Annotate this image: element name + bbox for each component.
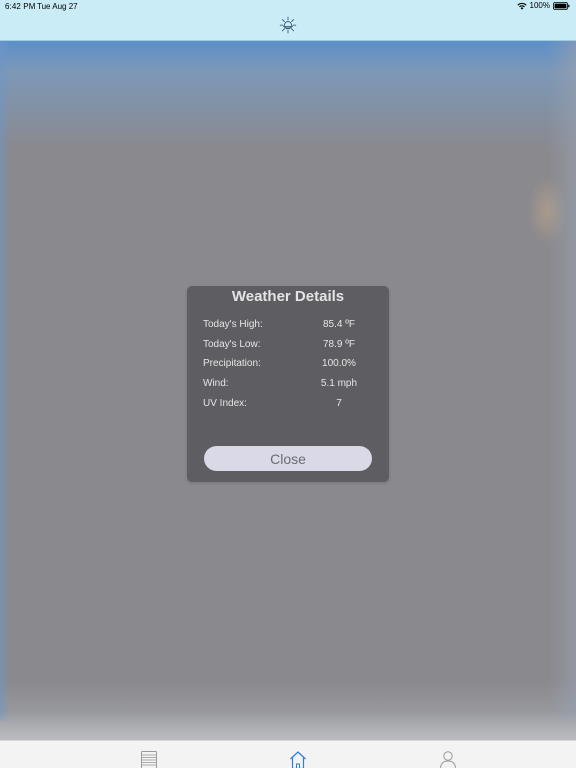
detail-value: 7 xyxy=(336,398,342,409)
detail-row-high: Today's High: 85.4 ºF xyxy=(203,319,383,335)
top-bar: 6:42 PM Tue Aug 27 100% xyxy=(0,0,576,41)
battery-icon xyxy=(553,1,570,10)
battery-percent: 100% xyxy=(529,1,550,10)
wifi-icon xyxy=(516,2,527,10)
detail-row-wind: Wind: 5.1 mph xyxy=(203,378,383,394)
detail-row-low: Today's Low: 78.9 ºF xyxy=(203,339,383,355)
detail-label: UV Index: xyxy=(203,398,247,409)
dialog-title: Weather Details xyxy=(231,288,345,305)
background-left-edge xyxy=(0,41,10,721)
detail-value: 85.4 ºF xyxy=(322,319,355,330)
tab-bar xyxy=(0,740,576,768)
status-time: 6:42 PM xyxy=(5,2,36,11)
background-right-edge xyxy=(548,41,576,721)
detail-label: Wind: xyxy=(203,378,229,389)
sun-icon xyxy=(279,16,297,34)
detail-value: 5.1 mph xyxy=(320,378,358,389)
document-icon[interactable] xyxy=(140,750,158,768)
status-date: Tue Aug 27 xyxy=(37,2,78,11)
status-indicators: 100% xyxy=(516,1,570,10)
close-button[interactable]: Close xyxy=(204,446,372,471)
person-icon[interactable] xyxy=(439,750,457,768)
background-bottom-fade xyxy=(0,712,576,740)
detail-row-precipitation: Precipitation: 100.0% xyxy=(203,358,383,374)
weather-details-dialog: Weather Details Today's High: 85.4 ºF To… xyxy=(187,286,389,482)
detail-label: Precipitation: xyxy=(203,358,261,369)
home-icon[interactable] xyxy=(289,750,307,768)
detail-label: Today's Low: xyxy=(203,339,261,350)
detail-label: Today's High: xyxy=(203,319,263,330)
detail-value: 78.9 ºF xyxy=(322,339,355,350)
app-screen: 6:42 PM Tue Aug 27 100% Weather Details … xyxy=(0,0,576,768)
detail-row-uv-index: UV Index: 7 xyxy=(203,398,383,414)
detail-value: 100.0% xyxy=(322,358,356,369)
